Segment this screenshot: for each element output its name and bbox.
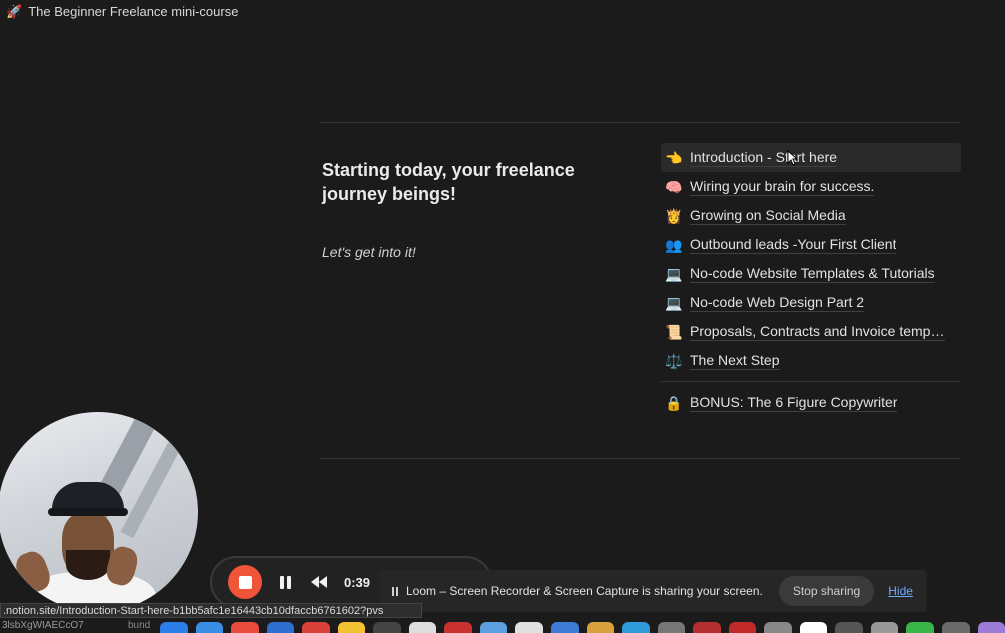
- recording-timer: 0:39: [344, 574, 371, 590]
- dock-app-icon[interactable]: [728, 622, 757, 633]
- page-link-introduction[interactable]: 👈 Introduction - Start here: [661, 143, 961, 172]
- dock-app-icon[interactable]: [479, 622, 508, 633]
- brain-icon: 🧠: [665, 178, 683, 195]
- divider: [661, 381, 961, 382]
- page-link-label: Wiring your brain for success.: [690, 177, 875, 196]
- divider: [320, 458, 961, 459]
- princess-icon: 👸: [665, 207, 683, 224]
- dock-app-icon[interactable]: [373, 622, 401, 633]
- sharing-message: Loom – Screen Recorder & Screen Capture …: [406, 584, 763, 598]
- dock-app-icon[interactable]: [302, 622, 330, 633]
- page-link-list: 👈 Introduction - Start here 🧠 Wiring you…: [661, 143, 961, 417]
- page-link-social-media[interactable]: 👸 Growing on Social Media: [661, 201, 961, 230]
- lock-icon: 🔒: [665, 394, 683, 411]
- webcam-bubble[interactable]: [0, 412, 198, 612]
- page-link-wiring-brain[interactable]: 🧠 Wiring your brain for success.: [661, 172, 961, 201]
- breadcrumb-title[interactable]: The Beginner Freelance mini-course: [28, 4, 238, 19]
- dock-app-icon[interactable]: [657, 622, 686, 633]
- dock-app-icon[interactable]: [622, 622, 650, 633]
- page-intro: Starting today, your freelance journey b…: [322, 158, 602, 260]
- presenter-cap-brim: [48, 508, 128, 516]
- page-link-label: No-code Web Design Part 2: [690, 293, 865, 312]
- dock-app-icon[interactable]: [408, 622, 437, 633]
- laptop-icon: 💻: [665, 294, 683, 311]
- dock-app-icon[interactable]: [764, 622, 792, 633]
- dock-app-icon[interactable]: [906, 622, 935, 633]
- laptop-icon: 💻: [665, 265, 683, 282]
- pause-icon: [392, 586, 398, 596]
- dock-app-icon[interactable]: [977, 622, 1005, 633]
- rocket-icon: 🚀: [6, 3, 23, 19]
- stop-sharing-button[interactable]: Stop sharing: [778, 576, 875, 606]
- screen-sharing-bar: Loom – Screen Recorder & Screen Capture …: [380, 570, 927, 612]
- dock-app-icon[interactable]: [231, 622, 259, 633]
- page-link-label: Growing on Social Media: [690, 206, 846, 225]
- pointing-hand-icon: 👈: [665, 149, 683, 166]
- status-bar-url: .notion.site/Introduction-Start-here-b1b…: [0, 603, 422, 618]
- rewind-icon: [311, 576, 327, 588]
- pause-button[interactable]: [274, 571, 296, 593]
- stop-icon: [238, 575, 252, 589]
- mouse-cursor-icon: [787, 150, 799, 166]
- breadcrumb[interactable]: 🚀 The Beginner Freelance mini-course: [0, 0, 1005, 22]
- dock-app-icon[interactable]: [942, 622, 970, 633]
- dock: [160, 622, 1005, 633]
- presenter-beard: [66, 550, 110, 580]
- dock-app-icon[interactable]: [835, 622, 863, 633]
- page-link-label: No-code Website Templates & Tutorials: [690, 264, 935, 283]
- background-text: bund: [128, 620, 151, 631]
- dock-app-icon[interactable]: [515, 622, 544, 633]
- page-link-label: Outbound leads -Your First Client: [690, 235, 897, 254]
- rewind-button[interactable]: [308, 571, 330, 593]
- page-link-label: Proposals, Contracts and Invoice templat…: [690, 322, 945, 341]
- hide-link[interactable]: Hide: [888, 584, 913, 598]
- dock-app-icon[interactable]: [195, 622, 224, 633]
- divider: [320, 122, 961, 123]
- dock-app-icon[interactable]: [551, 622, 579, 633]
- scroll-icon: 📜: [665, 323, 683, 340]
- people-icon: 👥: [665, 236, 683, 253]
- page-link-proposals[interactable]: 📜 Proposals, Contracts and Invoice templ…: [661, 317, 961, 346]
- page-link-outbound-leads[interactable]: 👥 Outbound leads -Your First Client: [661, 230, 961, 259]
- dock-app-icon[interactable]: [444, 622, 472, 633]
- page-link-next-step[interactable]: ⚖️ The Next Step: [661, 346, 961, 375]
- dock-app-icon[interactable]: [337, 622, 366, 633]
- pause-icon: [279, 575, 291, 589]
- dock-app-icon[interactable]: [870, 622, 899, 633]
- page-link-label: Introduction - Start here: [690, 148, 838, 167]
- scales-icon: ⚖️: [665, 352, 683, 369]
- page-link-bonus[interactable]: 🔒 BONUS: The 6 Figure Copywriter: [661, 388, 961, 417]
- page-link-label: The Next Step: [690, 351, 780, 370]
- page-link-label: BONUS: The 6 Figure Copywriter: [690, 393, 898, 412]
- page-link-web-design-2[interactable]: 💻 No-code Web Design Part 2: [661, 288, 961, 317]
- page-subline: Let's get into it!: [322, 244, 416, 260]
- dock-app-icon[interactable]: [160, 622, 188, 633]
- stop-recording-button[interactable]: [228, 565, 262, 599]
- dock-app-icon[interactable]: [266, 622, 295, 633]
- page-headline: Starting today, your freelance journey b…: [322, 160, 575, 204]
- dock-app-icon[interactable]: [586, 622, 615, 633]
- page-link-website-templates[interactable]: 💻 No-code Website Templates & Tutorials: [661, 259, 961, 288]
- dock-app-icon[interactable]: [693, 622, 721, 633]
- dock-app-icon[interactable]: [799, 622, 828, 633]
